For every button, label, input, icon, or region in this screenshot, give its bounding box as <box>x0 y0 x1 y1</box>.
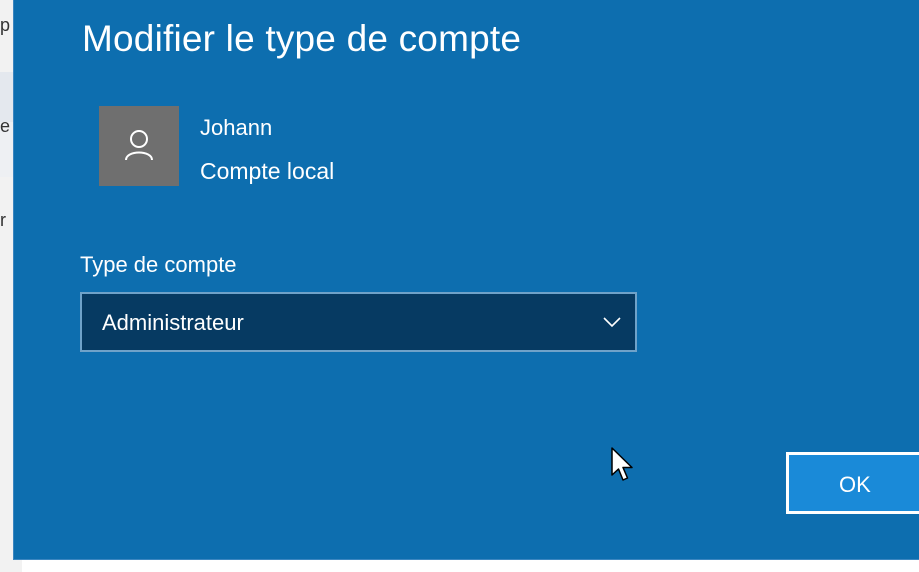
ok-button-label: OK <box>839 472 871 497</box>
account-type-select[interactable]: Administrateur <box>80 292 637 352</box>
background-window-text: r <box>0 210 6 230</box>
ok-button[interactable]: OK <box>786 452 919 514</box>
mouse-pointer-icon <box>611 447 633 481</box>
screen: p e r Modifier le type de compte Johann … <box>0 0 919 572</box>
person-icon <box>125 130 153 161</box>
avatar <box>99 106 179 186</box>
background-window-text: p <box>0 15 11 35</box>
change-account-type-dialog: Modifier le type de compte Johann Compte… <box>13 0 919 560</box>
user-name: Johann <box>200 115 273 140</box>
chevron-down-icon <box>603 317 621 328</box>
background-window-text: e <box>0 116 11 136</box>
account-kind: Compte local <box>200 158 335 184</box>
account-type-label: Type de compte <box>80 252 237 277</box>
account-type-selected-value: Administrateur <box>102 310 244 335</box>
dialog-title: Modifier le type de compte <box>82 18 522 59</box>
